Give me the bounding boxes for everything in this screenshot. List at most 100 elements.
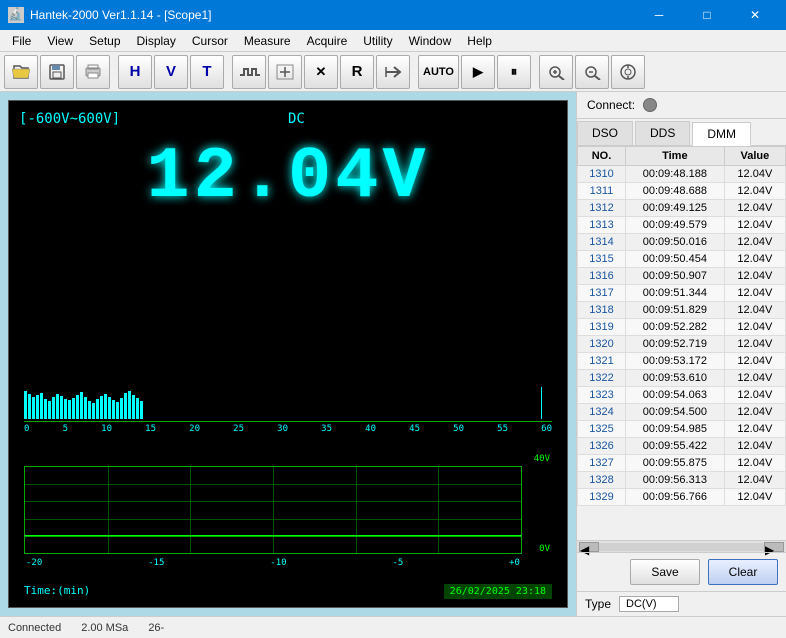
scroll-left-btn[interactable]: ◀ [579, 542, 599, 552]
menu-view[interactable]: View [39, 30, 81, 52]
scope-display: [-600V~600V] DC 12.04V [0, 92, 576, 616]
hist-bar [60, 396, 63, 419]
scope-inner: [-600V~600V] DC 12.04V [8, 100, 568, 608]
save-btn[interactable] [40, 55, 74, 89]
hist-bar [128, 391, 131, 419]
scroll-right-btn[interactable]: ▶ [764, 542, 784, 552]
hist-bar [96, 399, 99, 419]
dmm-range-label: [-600V~600V] [19, 111, 120, 127]
print-btn[interactable] [76, 55, 110, 89]
menu-acquire[interactable]: Acquire [299, 30, 356, 52]
table-row: 131800:09:51.82912.04V [578, 302, 786, 319]
chart-grid [24, 466, 522, 554]
ref-btn[interactable]: R [340, 55, 374, 89]
run-btn[interactable]: ▶ [461, 55, 495, 89]
recall-btn[interactable] [376, 55, 410, 89]
hist-bar [88, 401, 91, 419]
open-btn[interactable] [4, 55, 38, 89]
hist-bar [136, 398, 139, 419]
hist-bar [32, 397, 35, 419]
table-row: 132900:09:56.76612.04V [578, 489, 786, 506]
hist-bar [24, 391, 27, 419]
chart-waveform [25, 467, 521, 553]
H-btn[interactable]: H [118, 55, 152, 89]
hist-bar [116, 402, 119, 419]
ch1-btn[interactable] [232, 55, 266, 89]
pause-btn[interactable]: ⏸ [497, 55, 531, 89]
histogram-area: 0 5 10 15 20 25 30 35 40 45 50 55 60 [24, 387, 552, 447]
tab-dmm[interactable]: DMM [692, 122, 751, 146]
save-button[interactable]: Save [630, 559, 700, 585]
tab-dds[interactable]: DDS [635, 121, 690, 145]
table-row: 131100:09:48.68812.04V [578, 183, 786, 200]
table-row: 131400:09:50.01612.04V [578, 234, 786, 251]
math-btn[interactable] [268, 55, 302, 89]
table-row: 132500:09:54.98512.04V [578, 421, 786, 438]
type-label: Type [585, 597, 611, 611]
menu-cursor[interactable]: Cursor [184, 30, 236, 52]
dmm-mode-label: DC [288, 111, 305, 127]
time-label: Time:(min) [24, 584, 90, 599]
hist-bar [132, 395, 135, 419]
main-content: [-600V~600V] DC 12.04V [0, 92, 786, 616]
hist-bar [52, 397, 55, 419]
hist-bar [124, 393, 127, 419]
col-time: Time [625, 147, 724, 166]
zoom-in-btn[interactable] [539, 55, 573, 89]
bottom-button-bar: Save Clear [577, 552, 786, 591]
zoom-out-btn[interactable] [575, 55, 609, 89]
connect-indicator [643, 98, 657, 112]
histogram-scale: 0 5 10 15 20 25 30 35 40 45 50 55 60 [24, 424, 552, 434]
menu-utility[interactable]: Utility [355, 30, 400, 52]
menu-display[interactable]: Display [129, 30, 184, 52]
analyze-btn[interactable] [611, 55, 645, 89]
table-row: 131700:09:51.34412.04V [578, 285, 786, 302]
table-row: 132800:09:56.31312.04V [578, 472, 786, 489]
minimize-button[interactable]: ─ [636, 0, 682, 30]
hist-bar [120, 398, 123, 419]
table-row: 132600:09:55.42212.04V [578, 438, 786, 455]
auto-btn[interactable]: AUTO [418, 55, 459, 89]
table-row: 132100:09:53.17212.04V [578, 353, 786, 370]
hist-bar [40, 393, 43, 419]
toolbar: H V T ✕ R AUTO ▶ ⏸ [0, 52, 786, 92]
chart-container: 40V 0V [24, 452, 552, 572]
h-scroll-bar[interactable]: ◀ ▶ [577, 540, 786, 552]
table-row: 132700:09:55.87512.04V [578, 455, 786, 472]
connect-label: Connect: [587, 98, 635, 112]
menu-window[interactable]: Window [401, 30, 460, 52]
menu-bar: File View Setup Display Cursor Measure A… [0, 30, 786, 52]
connect-bar: Connect: [577, 92, 786, 119]
hist-bar [36, 395, 39, 419]
menu-measure[interactable]: Measure [236, 30, 299, 52]
data-table-container[interactable]: NO. Time Value 131000:09:48.18812.04V131… [577, 146, 786, 540]
table-row: 132400:09:54.50012.04V [578, 404, 786, 421]
hist-bar [76, 395, 79, 419]
table-row: 132200:09:53.61012.04V [578, 370, 786, 387]
cross-btn[interactable]: ✕ [304, 55, 338, 89]
col-no: NO. [578, 147, 626, 166]
clear-button[interactable]: Clear [708, 559, 778, 585]
table-row: 131500:09:50.45412.04V [578, 251, 786, 268]
hist-bar [44, 399, 47, 419]
tab-dso[interactable]: DSO [577, 121, 633, 145]
status-connected: Connected [8, 622, 61, 634]
type-value: DC(V) [619, 596, 679, 612]
T-btn[interactable]: T [190, 55, 224, 89]
close-button[interactable]: ✕ [732, 0, 778, 30]
scroll-track [599, 543, 764, 551]
status-bar: Connected 2.00 MSa 26- [0, 616, 786, 638]
menu-setup[interactable]: Setup [81, 30, 128, 52]
hist-bar [92, 403, 95, 419]
status-sample-rate: 2.00 MSa [81, 622, 128, 634]
app-icon: 🔬 [8, 7, 24, 23]
hist-bar [56, 394, 59, 419]
y-max-label: 40V [534, 454, 550, 464]
hist-bar [28, 394, 31, 419]
menu-help[interactable]: Help [459, 30, 500, 52]
hist-bar [48, 401, 51, 419]
maximize-button[interactable]: □ [684, 0, 730, 30]
hist-bar [80, 392, 83, 419]
menu-file[interactable]: File [4, 30, 39, 52]
V-btn[interactable]: V [154, 55, 188, 89]
